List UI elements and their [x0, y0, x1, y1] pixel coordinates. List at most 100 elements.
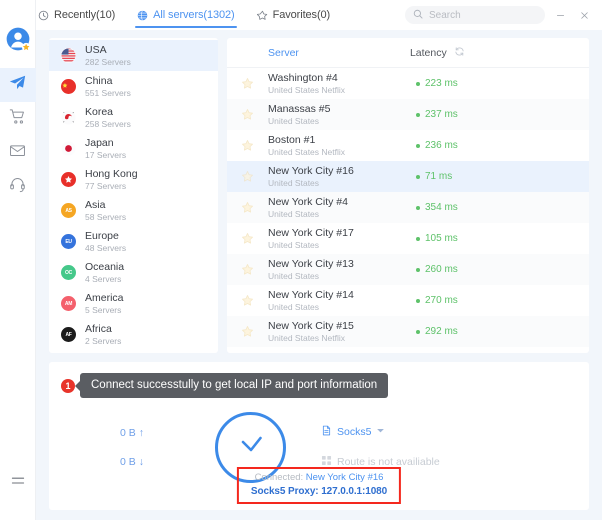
- checkmark-circle-icon: [234, 428, 268, 467]
- favorite-star-icon[interactable]: [227, 294, 268, 307]
- tab-recently[interactable]: Recently(10): [36, 0, 117, 30]
- search-box[interactable]: [405, 6, 545, 24]
- country-item-china[interactable]: China 551 Servers: [49, 71, 218, 102]
- region-abbr: AM: [64, 300, 73, 307]
- headset-icon: [9, 176, 26, 198]
- country-item-usa[interactable]: USA 282 Servers: [49, 40, 218, 71]
- latency-value: 223 ms: [416, 78, 589, 89]
- country-count: 5 Servers: [85, 305, 122, 316]
- region-abbr: AS: [65, 207, 72, 214]
- country-count: 4 Servers: [85, 274, 122, 285]
- sidebar-item-servers[interactable]: [0, 68, 36, 102]
- favorite-star-icon[interactable]: [227, 325, 268, 338]
- table-row[interactable]: Boston #1 United States Netflix 236 ms: [227, 130, 589, 161]
- clock-icon: [38, 10, 49, 21]
- country-item-asia[interactable]: AS Asia 58 Servers: [49, 195, 218, 226]
- country-item-africa[interactable]: AF Africa 2 Servers: [49, 319, 218, 350]
- user-avatar-icon[interactable]: [5, 26, 31, 52]
- table-row[interactable]: Manassas #5 United States 237 ms: [227, 99, 589, 130]
- server-location: United States: [268, 302, 320, 313]
- proxy-settings: Socks5 Route is not availiable: [286, 425, 589, 469]
- tooltip-row: 1 Connect successtully to get local IP a…: [61, 373, 389, 398]
- favorite-star-icon[interactable]: [227, 108, 268, 121]
- flag-korea: [61, 110, 76, 125]
- favorite-star-icon[interactable]: [227, 170, 268, 183]
- latency-value: 292 ms: [416, 326, 589, 337]
- tab-favorites[interactable]: Favorites(0): [255, 0, 332, 30]
- country-item-america[interactable]: AM America 5 Servers: [49, 288, 218, 319]
- sidebar-item-menu[interactable]: [0, 466, 36, 500]
- latency-status-dot: [416, 329, 420, 334]
- connection-info-box: Connected: New York City #16 Socks5 Prox…: [236, 466, 402, 504]
- server-table: Server Latency Washington #4 United Stat…: [227, 38, 589, 353]
- server-location: United States: [268, 209, 320, 220]
- country-item-korea[interactable]: Korea 258 Servers: [49, 102, 218, 133]
- envelope-icon: [9, 142, 26, 164]
- latency-status-dot: [416, 298, 420, 303]
- app-window: Recently(10) All servers(1302) Favorites…: [0, 0, 602, 520]
- globe-icon: [137, 9, 148, 21]
- connection-panel: 1 Connect successtully to get local IP a…: [49, 362, 589, 510]
- country-item-japan[interactable]: Japan 17 Servers: [49, 133, 218, 164]
- search-input[interactable]: [429, 9, 537, 21]
- region-abbr: EU: [65, 238, 72, 245]
- favorite-star-icon[interactable]: [227, 263, 268, 276]
- upload-stat: 0 B ↑: [120, 427, 144, 439]
- tab-all-servers[interactable]: All servers(1302): [135, 0, 238, 30]
- table-row[interactable]: New York City #17 United States 105 ms: [227, 223, 589, 254]
- region-europe-icon: EU: [61, 234, 76, 249]
- table-row[interactable]: New York City #15 United States Netflix …: [227, 316, 589, 347]
- minimize-button[interactable]: [555, 10, 566, 21]
- sidebar-item-mail[interactable]: [0, 136, 36, 170]
- country-name: China: [85, 74, 113, 87]
- close-button[interactable]: [579, 10, 590, 21]
- table-row[interactable]: New York City #14 United States 270 ms: [227, 285, 589, 316]
- favorite-star-icon[interactable]: [227, 139, 268, 152]
- country-count: 551 Servers: [85, 88, 131, 99]
- table-row-selected[interactable]: New York City #16 United States 71 ms: [227, 161, 589, 192]
- proxy-mode-selector[interactable]: Socks5: [321, 425, 589, 439]
- country-name: America: [85, 291, 124, 304]
- refresh-icon[interactable]: [454, 46, 465, 60]
- server-name: New York City #15: [268, 319, 354, 332]
- sidebar-item-store[interactable]: [0, 102, 36, 136]
- sidebar-item-support[interactable]: [0, 170, 36, 204]
- latency-value: 105 ms: [416, 233, 589, 244]
- flag-china: [61, 79, 76, 94]
- table-row[interactable]: New York City #4 United States 354 ms: [227, 192, 589, 223]
- country-item-oceania[interactable]: OC Oceania 4 Servers: [49, 257, 218, 288]
- favorite-star-icon[interactable]: [227, 232, 268, 245]
- connected-server-line: Connected: New York City #16: [251, 472, 387, 485]
- latency-value: 270 ms: [416, 295, 589, 306]
- step-badge: 1: [61, 378, 75, 393]
- country-name: Africa: [85, 322, 112, 335]
- main-content: USA 282 Servers China 551 Servers Korea …: [36, 30, 602, 520]
- chevron-down-icon[interactable]: [376, 426, 385, 438]
- upload-arrow-icon: ↑: [138, 426, 144, 439]
- download-value: 0 B: [119, 455, 136, 468]
- server-name: Manassas #5: [268, 102, 331, 115]
- latency-value: 71 ms: [416, 171, 589, 182]
- download-arrow-icon: ↓: [138, 455, 144, 468]
- server-column-header[interactable]: Server: [268, 47, 299, 59]
- country-name: Japan: [85, 136, 114, 149]
- paper-plane-icon: [9, 74, 26, 96]
- left-rail: [0, 0, 36, 520]
- star-icon: [256, 10, 268, 21]
- latency-text: 105 ms: [425, 233, 458, 244]
- traffic-stats: 0 B ↑ 0 B ↓: [49, 427, 215, 468]
- download-stat: 0 B ↓: [120, 456, 144, 468]
- tab-favorites-label: Favorites(0): [272, 9, 331, 21]
- search-icon: [413, 6, 423, 24]
- country-item-europe[interactable]: EU Europe 48 Servers: [49, 226, 218, 257]
- region-america-icon: AM: [61, 296, 76, 311]
- country-count: 258 Servers: [85, 119, 131, 130]
- server-name: New York City #14: [268, 288, 354, 301]
- table-row[interactable]: Washington #4 United States Netflix 223 …: [227, 68, 589, 99]
- region-abbr: AF: [65, 331, 72, 338]
- favorite-star-icon[interactable]: [227, 77, 268, 90]
- favorite-star-icon[interactable]: [227, 201, 268, 214]
- table-row[interactable]: New York City #13 United States 260 ms: [227, 254, 589, 285]
- country-item-hong-kong[interactable]: Hong Kong 77 Servers: [49, 164, 218, 195]
- country-name: USA: [85, 43, 107, 56]
